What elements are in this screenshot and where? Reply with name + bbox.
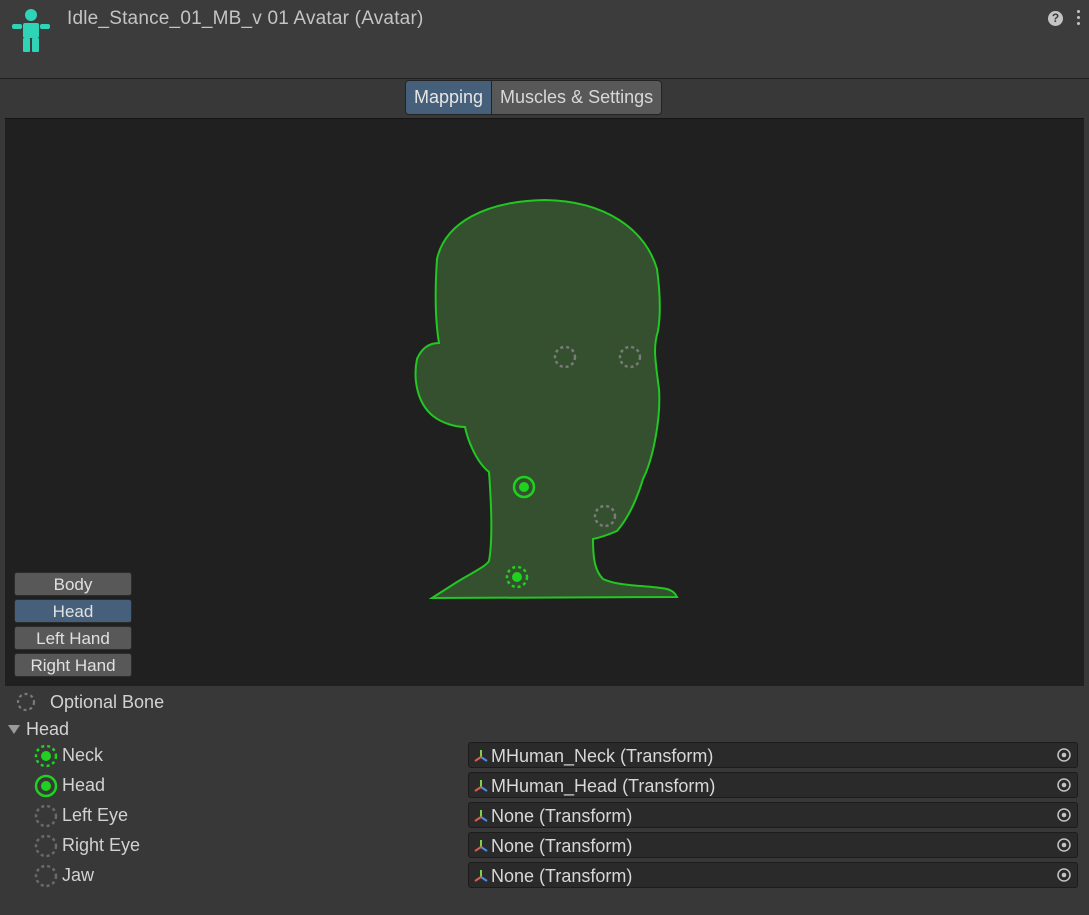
bone-label-right-eye: Right Eye bbox=[62, 835, 141, 855]
jaw-transform-field[interactable]: None (Transform) bbox=[468, 862, 1078, 888]
foldout-label: Head bbox=[26, 719, 70, 739]
transform-icon bbox=[474, 870, 488, 882]
object-picker-icon[interactable] bbox=[1057, 838, 1071, 852]
bone-row-jaw: Jaw None (Transform) bbox=[34, 862, 1084, 890]
kebab-menu-icon[interactable] bbox=[1075, 10, 1081, 28]
transform-icon bbox=[474, 780, 488, 792]
inspector-header: Idle_Stance_01_MB_v 01 Avatar (Avatar) ? bbox=[0, 0, 1089, 79]
right-hand-button[interactable]: Right Hand bbox=[14, 653, 132, 677]
transform-icon bbox=[474, 750, 488, 762]
body-part-selector: Body Head Left Hand Right Hand bbox=[14, 572, 132, 680]
head-transform-field[interactable]: MHuman_Head (Transform) bbox=[468, 772, 1078, 798]
legend-optional-bone: Optional Bone bbox=[16, 691, 164, 713]
head-silhouette bbox=[414, 198, 679, 600]
bone-label-neck: Neck bbox=[62, 745, 104, 765]
left-eye-empty-icon bbox=[34, 804, 58, 828]
bone-label-left-eye: Left Eye bbox=[62, 805, 129, 825]
avatar-mapping-viewport: Body Head Left Hand Right Hand bbox=[5, 118, 1084, 686]
field-value: MHuman_Head (Transform) bbox=[491, 776, 716, 796]
humanoid-avatar-icon bbox=[12, 9, 50, 52]
tab-bar: Mapping Muscles & Settings bbox=[405, 80, 663, 115]
field-value: MHuman_Neck (Transform) bbox=[491, 746, 714, 766]
bone-row-right-eye: Right Eye None (Transform) bbox=[34, 832, 1084, 860]
bone-row-left-eye: Left Eye None (Transform) bbox=[34, 802, 1084, 830]
optional-bone-icon bbox=[16, 692, 36, 712]
field-value: None (Transform) bbox=[491, 836, 633, 856]
left-hand-button[interactable]: Left Hand bbox=[14, 626, 132, 650]
body-button[interactable]: Body bbox=[14, 572, 132, 596]
object-picker-icon[interactable] bbox=[1057, 778, 1071, 792]
bone-mapping-panel: Optional Bone Head Neck MHuman_Neck (Tra… bbox=[0, 686, 1089, 915]
object-picker-icon[interactable] bbox=[1057, 808, 1071, 822]
transform-icon bbox=[474, 810, 488, 822]
legend-label: Optional Bone bbox=[50, 691, 165, 712]
bone-row-neck: Neck MHuman_Neck (Transform) bbox=[34, 742, 1084, 770]
neck-transform-field[interactable]: MHuman_Neck (Transform) bbox=[468, 742, 1078, 768]
bone-label-jaw: Jaw bbox=[62, 865, 95, 885]
head-button[interactable]: Head bbox=[14, 599, 132, 623]
field-value: None (Transform) bbox=[491, 806, 633, 826]
transform-icon bbox=[474, 840, 488, 852]
head-foldout[interactable]: Head bbox=[8, 719, 69, 740]
right-eye-transform-field[interactable]: None (Transform) bbox=[468, 832, 1078, 858]
left-eye-transform-field[interactable]: None (Transform) bbox=[468, 802, 1078, 828]
field-value: None (Transform) bbox=[491, 866, 633, 886]
bone-label-head: Head bbox=[62, 775, 106, 795]
tab-mapping[interactable]: Mapping bbox=[406, 81, 493, 114]
neck-mapped-icon bbox=[34, 744, 58, 768]
tab-muscles-settings[interactable]: Muscles & Settings bbox=[492, 81, 662, 114]
head-mapped-icon bbox=[34, 774, 58, 798]
page-title: Idle_Stance_01_MB_v 01 Avatar (Avatar) bbox=[67, 8, 424, 29]
object-picker-icon[interactable] bbox=[1057, 748, 1071, 762]
help-icon[interactable]: ? bbox=[1048, 11, 1063, 26]
bone-row-head: Head MHuman_Head (Transform) bbox=[34, 772, 1084, 800]
foldout-triangle-icon[interactable] bbox=[8, 725, 20, 734]
jaw-empty-icon bbox=[34, 864, 58, 888]
object-picker-icon[interactable] bbox=[1057, 868, 1071, 882]
right-eye-empty-icon bbox=[34, 834, 58, 858]
head-outline bbox=[414, 198, 679, 600]
